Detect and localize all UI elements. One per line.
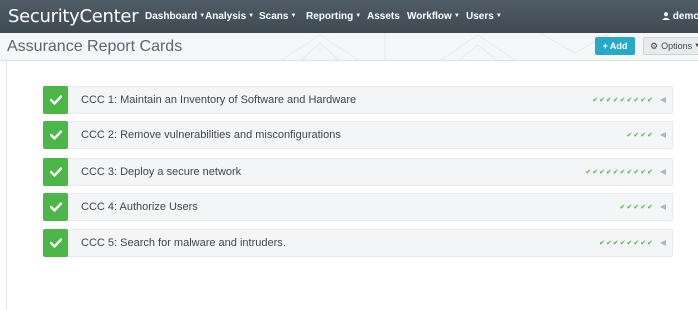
card-title: CCC 1: Maintain an Inventory of Software…: [81, 94, 357, 106]
nav-analysis[interactable]: Analysis ▼: [205, 11, 254, 22]
caret-down-icon: ▼: [248, 13, 255, 19]
report-card[interactable]: CCC 5: Search for malware and intruders.…: [43, 229, 673, 257]
nav-dashboard[interactable]: Dashboard ▼: [145, 11, 205, 22]
check-ticks: ✔✔✔✔: [626, 132, 654, 139]
caret-down-icon: ▼: [694, 43, 698, 49]
expand-arrow-icon[interactable]: ◀: [660, 130, 666, 139]
nav-scans[interactable]: Scans ▼: [259, 11, 296, 22]
checkmark-icon: [43, 158, 68, 186]
check-ticks: ✔✔✔✔✔✔✔✔✔✔: [585, 169, 654, 176]
report-card[interactable]: CCC 2: Remove vulnerabilities and miscon…: [43, 121, 673, 149]
gear-icon: ⚙: [650, 40, 659, 51]
expand-arrow-icon[interactable]: ◀: [660, 238, 666, 247]
checkmark-icon: [43, 121, 68, 149]
nav-users[interactable]: Users ▼: [466, 11, 502, 22]
expand-arrow-icon[interactable]: ◀: [660, 95, 666, 104]
page-title: Assurance Report Cards: [7, 38, 183, 55]
nav-assets[interactable]: Assets: [367, 11, 400, 22]
card-title: CCC 5: Search for malware and intruders.: [81, 237, 286, 249]
checkmark-icon: [43, 229, 68, 257]
caret-down-icon: ▼: [355, 13, 362, 19]
user-icon: [662, 12, 670, 20]
add-button[interactable]: + Add: [595, 37, 635, 55]
report-card[interactable]: CCC 3: Deploy a secure network ✔✔✔✔✔✔✔✔✔…: [43, 158, 673, 186]
content-divider: [6, 61, 7, 310]
card-title: CCC 2: Remove vulnerabilities and miscon…: [81, 129, 341, 141]
expand-arrow-icon[interactable]: ◀: [660, 202, 666, 211]
page-header: Assurance Report Cards +Add ⚙Options▼: [0, 33, 698, 61]
caret-down-icon: ▼: [290, 13, 297, 19]
report-card[interactable]: CCC 1: Maintain an Inventory of Software…: [43, 86, 673, 114]
nav-reporting[interactable]: Reporting ▼: [306, 11, 361, 22]
check-ticks: ✔✔✔✔✔✔✔✔: [599, 240, 654, 247]
expand-arrow-icon[interactable]: ◀: [660, 167, 666, 176]
check-ticks: ✔✔✔✔✔: [619, 204, 654, 211]
user-menu[interactable]: demo▼: [662, 11, 698, 22]
card-title: CCC 3: Deploy a secure network: [81, 166, 242, 178]
brand-logo[interactable]: SecurityCenter: [8, 6, 139, 27]
check-ticks: ✔✔✔✔✔✔✔✔✔: [592, 97, 654, 104]
card-title: CCC 4: Authorize Users: [81, 201, 198, 213]
plus-icon: +: [602, 41, 608, 51]
top-navbar: SecurityCenter Dashboard ▼ Analysis ▼ Scan…: [0, 0, 698, 33]
options-button[interactable]: ⚙Options▼: [643, 37, 698, 55]
report-card[interactable]: CCC 4: Authorize Users ✔✔✔✔✔ ◀: [43, 193, 673, 221]
checkmark-icon: [43, 193, 68, 221]
nav-workflow[interactable]: Workflow ▼: [407, 11, 460, 22]
checkmark-icon: [43, 86, 68, 114]
caret-down-icon: ▼: [495, 13, 502, 19]
caret-down-icon: ▼: [453, 13, 460, 19]
